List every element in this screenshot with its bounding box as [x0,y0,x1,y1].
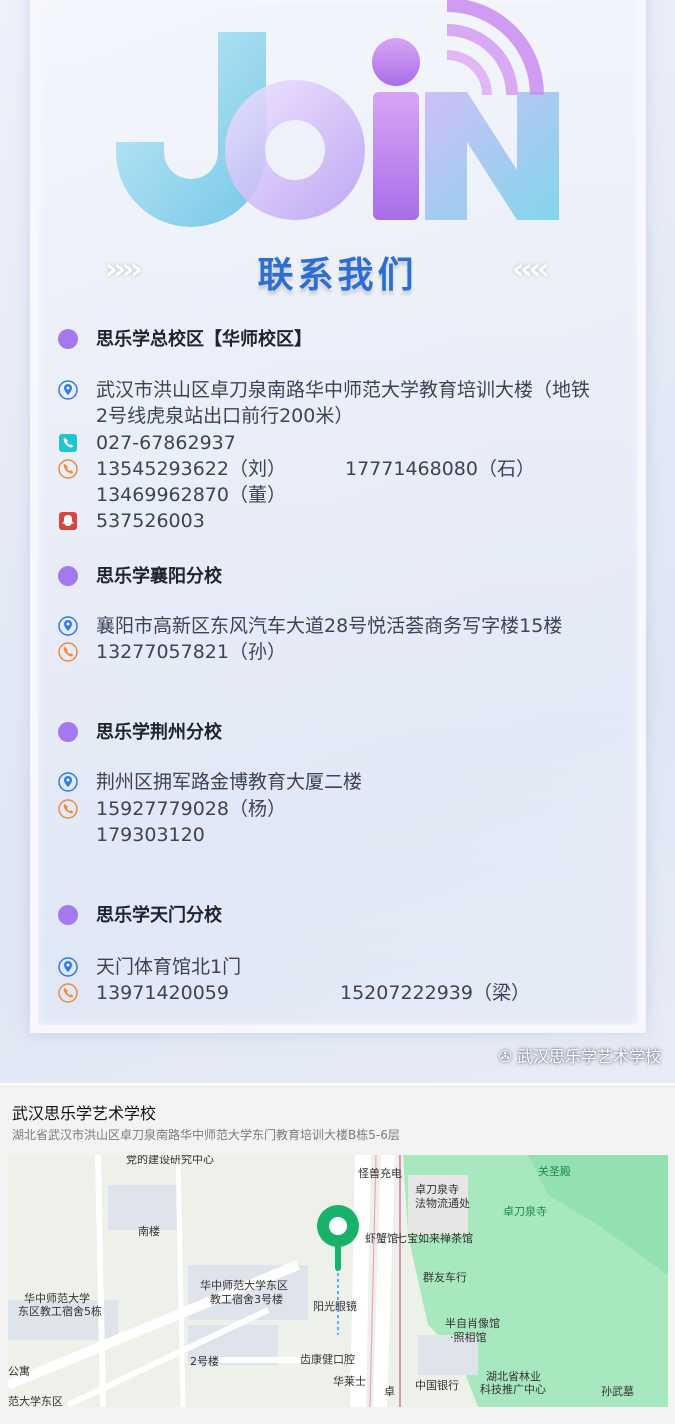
map-label: 七宝如来禅茶馆 [396,1232,473,1245]
map-label: 华莱士 [333,1375,366,1388]
bullet-dot [58,566,78,586]
location-pin-icon [58,616,78,636]
map-label: 东区教工宿舍5栋 [18,1305,102,1318]
location-pin-icon [58,957,78,977]
map-label: 法物流通处 [415,1197,470,1210]
bullet-dot [58,329,78,349]
map-label: 关圣殿 [538,1165,571,1178]
campus-title: 思乐学荆州分校 [58,718,222,744]
bullet-dot [58,722,78,742]
location-pin-icon [58,380,78,400]
campus-title: 思乐学天门分校 [58,901,222,927]
map-label: 怪兽充电 [358,1167,402,1180]
location-pin-icon [58,772,78,792]
map-label: 孙武墓 [601,1385,634,1398]
bullet-dot [58,905,78,925]
map-card[interactable]: 武汉思乐学艺术学校 湖北省武汉市洪山区卓刀泉南路华中师范大学东门教育培训大楼B栋… [0,1086,675,1424]
map-label: 齿康健口腔 [300,1353,355,1366]
map-location-name: 武汉思乐学艺术学校 [12,1104,157,1123]
map-label: 范大学东区 [8,1395,63,1407]
map-label: 科技推广中心 [480,1383,546,1396]
qq-icon [59,512,77,530]
map-location-address: 湖北省武汉市洪山区卓刀泉南路华中师范大学东门教育培训大楼B栋5-6层 [12,1128,400,1142]
map-label: 南楼 [138,1225,160,1238]
map-label: 公寓 [8,1365,30,1378]
map-label: 教工宿舍3号楼 [210,1293,283,1306]
join-graphic [116,0,559,227]
map-label: 中国银行 [415,1379,459,1392]
telephone-icon [59,434,77,452]
wechat-watermark: ✇ 武汉思乐学艺术学校 [498,1047,661,1066]
location-marker-icon[interactable] [315,1203,361,1273]
map-label: ·照相馆 [450,1331,487,1344]
phone-icon [58,983,78,1003]
wechat-icon: ✇ [498,1047,517,1066]
phone-icon [58,799,78,819]
map-background [8,1155,668,1407]
campus-title: 思乐学襄阳分校 [58,562,222,588]
map-label: 2号楼 [190,1355,219,1368]
campus-title: 思乐学总校区【华师校区】 [58,325,312,351]
chevrons-right: ‹‹‹‹ [512,252,550,287]
contact-heading: 联系我们 [257,255,418,296]
phone-icon [58,642,78,662]
poster: ›››› 联系我们 ‹‹‹‹ 思乐学总校区【华师校区】 武汉市洪山区卓刀泉南路华… [0,0,675,1083]
phone-icon [58,459,78,479]
map-view[interactable]: 党的建设研究中心 怪兽充电 关圣殿 卓刀泉寺 卓刀泉寺 法物流通处 南楼 虾蟹馆… [8,1155,668,1407]
map-label: 卓 [384,1385,395,1398]
map-label: 阳光眼镜 [313,1300,357,1313]
map-label: 虾蟹馆 [365,1232,398,1245]
map-label: 群友车行 [423,1271,467,1284]
map-label: 党的建设研究中心 [126,1155,214,1166]
map-label: 卓刀泉寺 [503,1205,547,1218]
